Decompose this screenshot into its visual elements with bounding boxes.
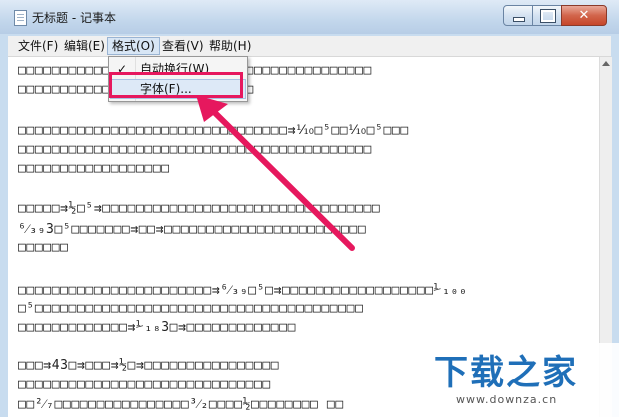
watermark: 下载之家 www.downza.cn (420, 343, 619, 417)
watermark-url: www.downza.cn (456, 393, 558, 406)
arrow-shaft (203, 101, 355, 251)
watermark-logo: 下载之家 (434, 353, 578, 393)
notepad-window: 无标题 - 记事本 ✕ 文件(F) 编辑(E) 格式(O) 查看(V) 帮助(H… (0, 0, 619, 417)
